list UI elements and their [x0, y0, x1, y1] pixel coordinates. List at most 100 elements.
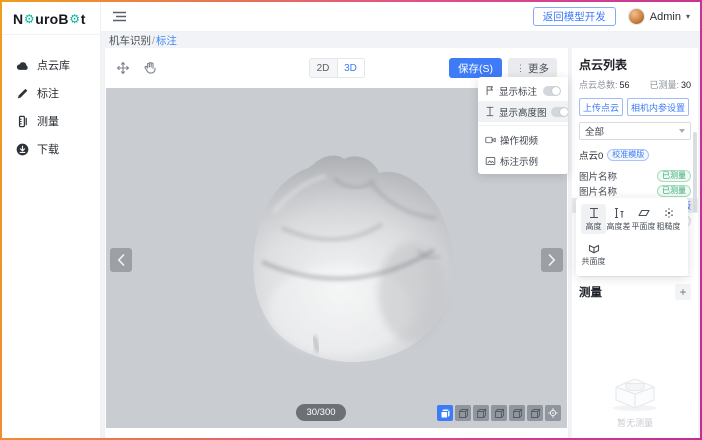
- sidebar-item-label: 测量: [37, 113, 59, 129]
- menu-item-label: 操作视频: [500, 133, 538, 147]
- ruler-icon: [16, 115, 29, 128]
- menu-item-show-annotations[interactable]: 显示标注: [478, 80, 568, 101]
- cube-filled-icon: [439, 407, 451, 419]
- view-back-button[interactable]: [473, 405, 489, 421]
- hand-drag-icon[interactable]: [143, 61, 157, 75]
- sidebar-item-measure[interactable]: 测量: [2, 107, 100, 135]
- cube-wire-icon: [493, 407, 505, 419]
- tool-flatness[interactable]: 平面度: [631, 204, 656, 234]
- mode-3d-button[interactable]: 3D: [337, 59, 364, 77]
- vertical-dots-icon: ⋮: [516, 63, 525, 74]
- tooth-3d-model[interactable]: [222, 132, 472, 372]
- cube-wire-icon: [511, 407, 523, 419]
- chevron-down-icon: [679, 129, 685, 133]
- gear-icon: ⚙: [24, 12, 35, 26]
- panel-title: 点云列表: [579, 56, 691, 73]
- cube-wire-icon: [475, 407, 487, 419]
- roughness-tool-icon: [663, 207, 675, 219]
- sidebar-item-label: 标注: [37, 85, 59, 101]
- tool-label: 粗糙度: [657, 221, 681, 232]
- image-list-item[interactable]: 图片名称 已测量: [579, 183, 691, 198]
- view-left-button[interactable]: [491, 405, 507, 421]
- menu-item-label: 显示标注: [499, 84, 537, 98]
- chevron-left-icon: [117, 254, 125, 266]
- crosshair-icon: [547, 407, 559, 419]
- logo-text: t: [81, 11, 86, 27]
- view-top-button[interactable]: [527, 405, 543, 421]
- sidebar-item-pointcloud-library[interactable]: 点云库: [2, 51, 100, 79]
- menu-item-label: 标注示例: [500, 154, 538, 168]
- tool-height-difference[interactable]: 高度差: [606, 204, 631, 234]
- empty-state: 暂无测量: [572, 370, 698, 429]
- show-annotations-toggle[interactable]: [543, 86, 561, 96]
- empty-state-text: 暂无测量: [617, 416, 653, 429]
- more-label: 更多: [528, 61, 549, 76]
- pagination-badge: 30/300: [296, 404, 346, 421]
- sidebar-item-annotation[interactable]: 标注: [2, 79, 100, 107]
- view-mode-toggle: 2D 3D: [309, 58, 365, 78]
- view-iso-button[interactable]: [437, 405, 453, 421]
- more-button[interactable]: ⋮ 更多: [508, 58, 557, 78]
- username: Admin: [650, 11, 681, 23]
- stat-total: 点云总数:56: [579, 78, 630, 91]
- next-image-button[interactable]: [541, 248, 563, 272]
- cube-wire-icon: [457, 407, 469, 419]
- header-right: 返回模型开发 Admin ▾: [533, 7, 690, 26]
- pointcloud-name: 点云0: [579, 148, 603, 162]
- pointcloud-group-item[interactable]: 点云0 校准模版: [579, 148, 691, 162]
- app-logo: N⚙uroB⚙t: [2, 2, 100, 35]
- chevron-right-icon: [548, 254, 556, 266]
- tool-label: 共面度: [582, 256, 606, 267]
- measure-title: 测量: [579, 284, 602, 300]
- add-measure-button[interactable]: +: [675, 284, 691, 300]
- neurobot-app: N⚙uroB⚙t 点云库 标注 测量 下载 返: [0, 0, 702, 440]
- menu-item-show-heightmap[interactable]: 显示高度图: [478, 101, 568, 122]
- show-heightmap-toggle[interactable]: [551, 107, 568, 117]
- user-menu[interactable]: Admin ▾: [628, 8, 690, 25]
- back-to-model-dev-button[interactable]: 返回模型开发: [533, 7, 616, 26]
- sidebar-item-label: 点云库: [37, 57, 70, 73]
- breadcrumb-current: 标注: [156, 33, 177, 48]
- tool-height[interactable]: 高度: [581, 204, 606, 234]
- view-front-button[interactable]: [455, 405, 471, 421]
- coplanarity-tool-icon: [588, 242, 600, 254]
- menu-item-annotation-example[interactable]: 标注示例: [478, 150, 568, 171]
- panel-scrollbar[interactable]: [693, 132, 697, 212]
- save-button[interactable]: 保存(S): [449, 58, 502, 78]
- height-tool-icon: [588, 207, 600, 219]
- view-orientation-buttons: [437, 405, 561, 421]
- breadcrumb: 机车识别 / 标注: [101, 32, 177, 49]
- empty-box-icon: [607, 370, 663, 412]
- measure-section-header: 测量 +: [579, 276, 691, 300]
- image-name: 图片名称: [579, 184, 657, 198]
- cube-wire-icon: [529, 407, 541, 419]
- fit-view-button[interactable]: [545, 405, 561, 421]
- filter-selected-value: 全部: [585, 124, 604, 138]
- image-list-item[interactable]: 图片名称 已测量: [579, 168, 691, 183]
- measured-badge: 已测量: [657, 170, 691, 182]
- flatness-tool-icon: [638, 207, 650, 219]
- pencil-icon: [16, 87, 29, 100]
- filter-select[interactable]: 全部: [579, 122, 691, 140]
- tool-coplanarity[interactable]: 共面度: [581, 239, 606, 269]
- menu-divider: [478, 125, 568, 126]
- upload-pointcloud-button[interactable]: 上传点云: [579, 98, 623, 116]
- menu-item-tutorial-video[interactable]: 操作视频: [478, 129, 568, 150]
- chevron-down-icon: ▾: [686, 12, 690, 21]
- sidebar-item-label: 下载: [37, 141, 59, 157]
- stat-measured: 已测量:30: [649, 78, 691, 91]
- measured-badge: 已测量: [657, 185, 691, 197]
- sidebar-item-download[interactable]: 下载: [2, 135, 100, 163]
- menu-item-label: 显示高度图: [499, 105, 547, 119]
- breadcrumb-parent[interactable]: 机车识别: [109, 33, 151, 48]
- tool-label: 平面度: [632, 221, 656, 232]
- prev-image-button[interactable]: [110, 248, 132, 272]
- pan-move-icon[interactable]: [116, 61, 130, 75]
- tool-roughness[interactable]: 粗糙度: [656, 204, 681, 234]
- mode-2d-button[interactable]: 2D: [310, 59, 337, 77]
- view-right-button[interactable]: [509, 405, 525, 421]
- cloud-icon: [16, 60, 29, 71]
- camera-intrinsics-button[interactable]: 相机内参设置: [627, 98, 689, 116]
- logo-text: uroB: [35, 11, 68, 27]
- collapse-menu-icon[interactable]: [113, 11, 126, 22]
